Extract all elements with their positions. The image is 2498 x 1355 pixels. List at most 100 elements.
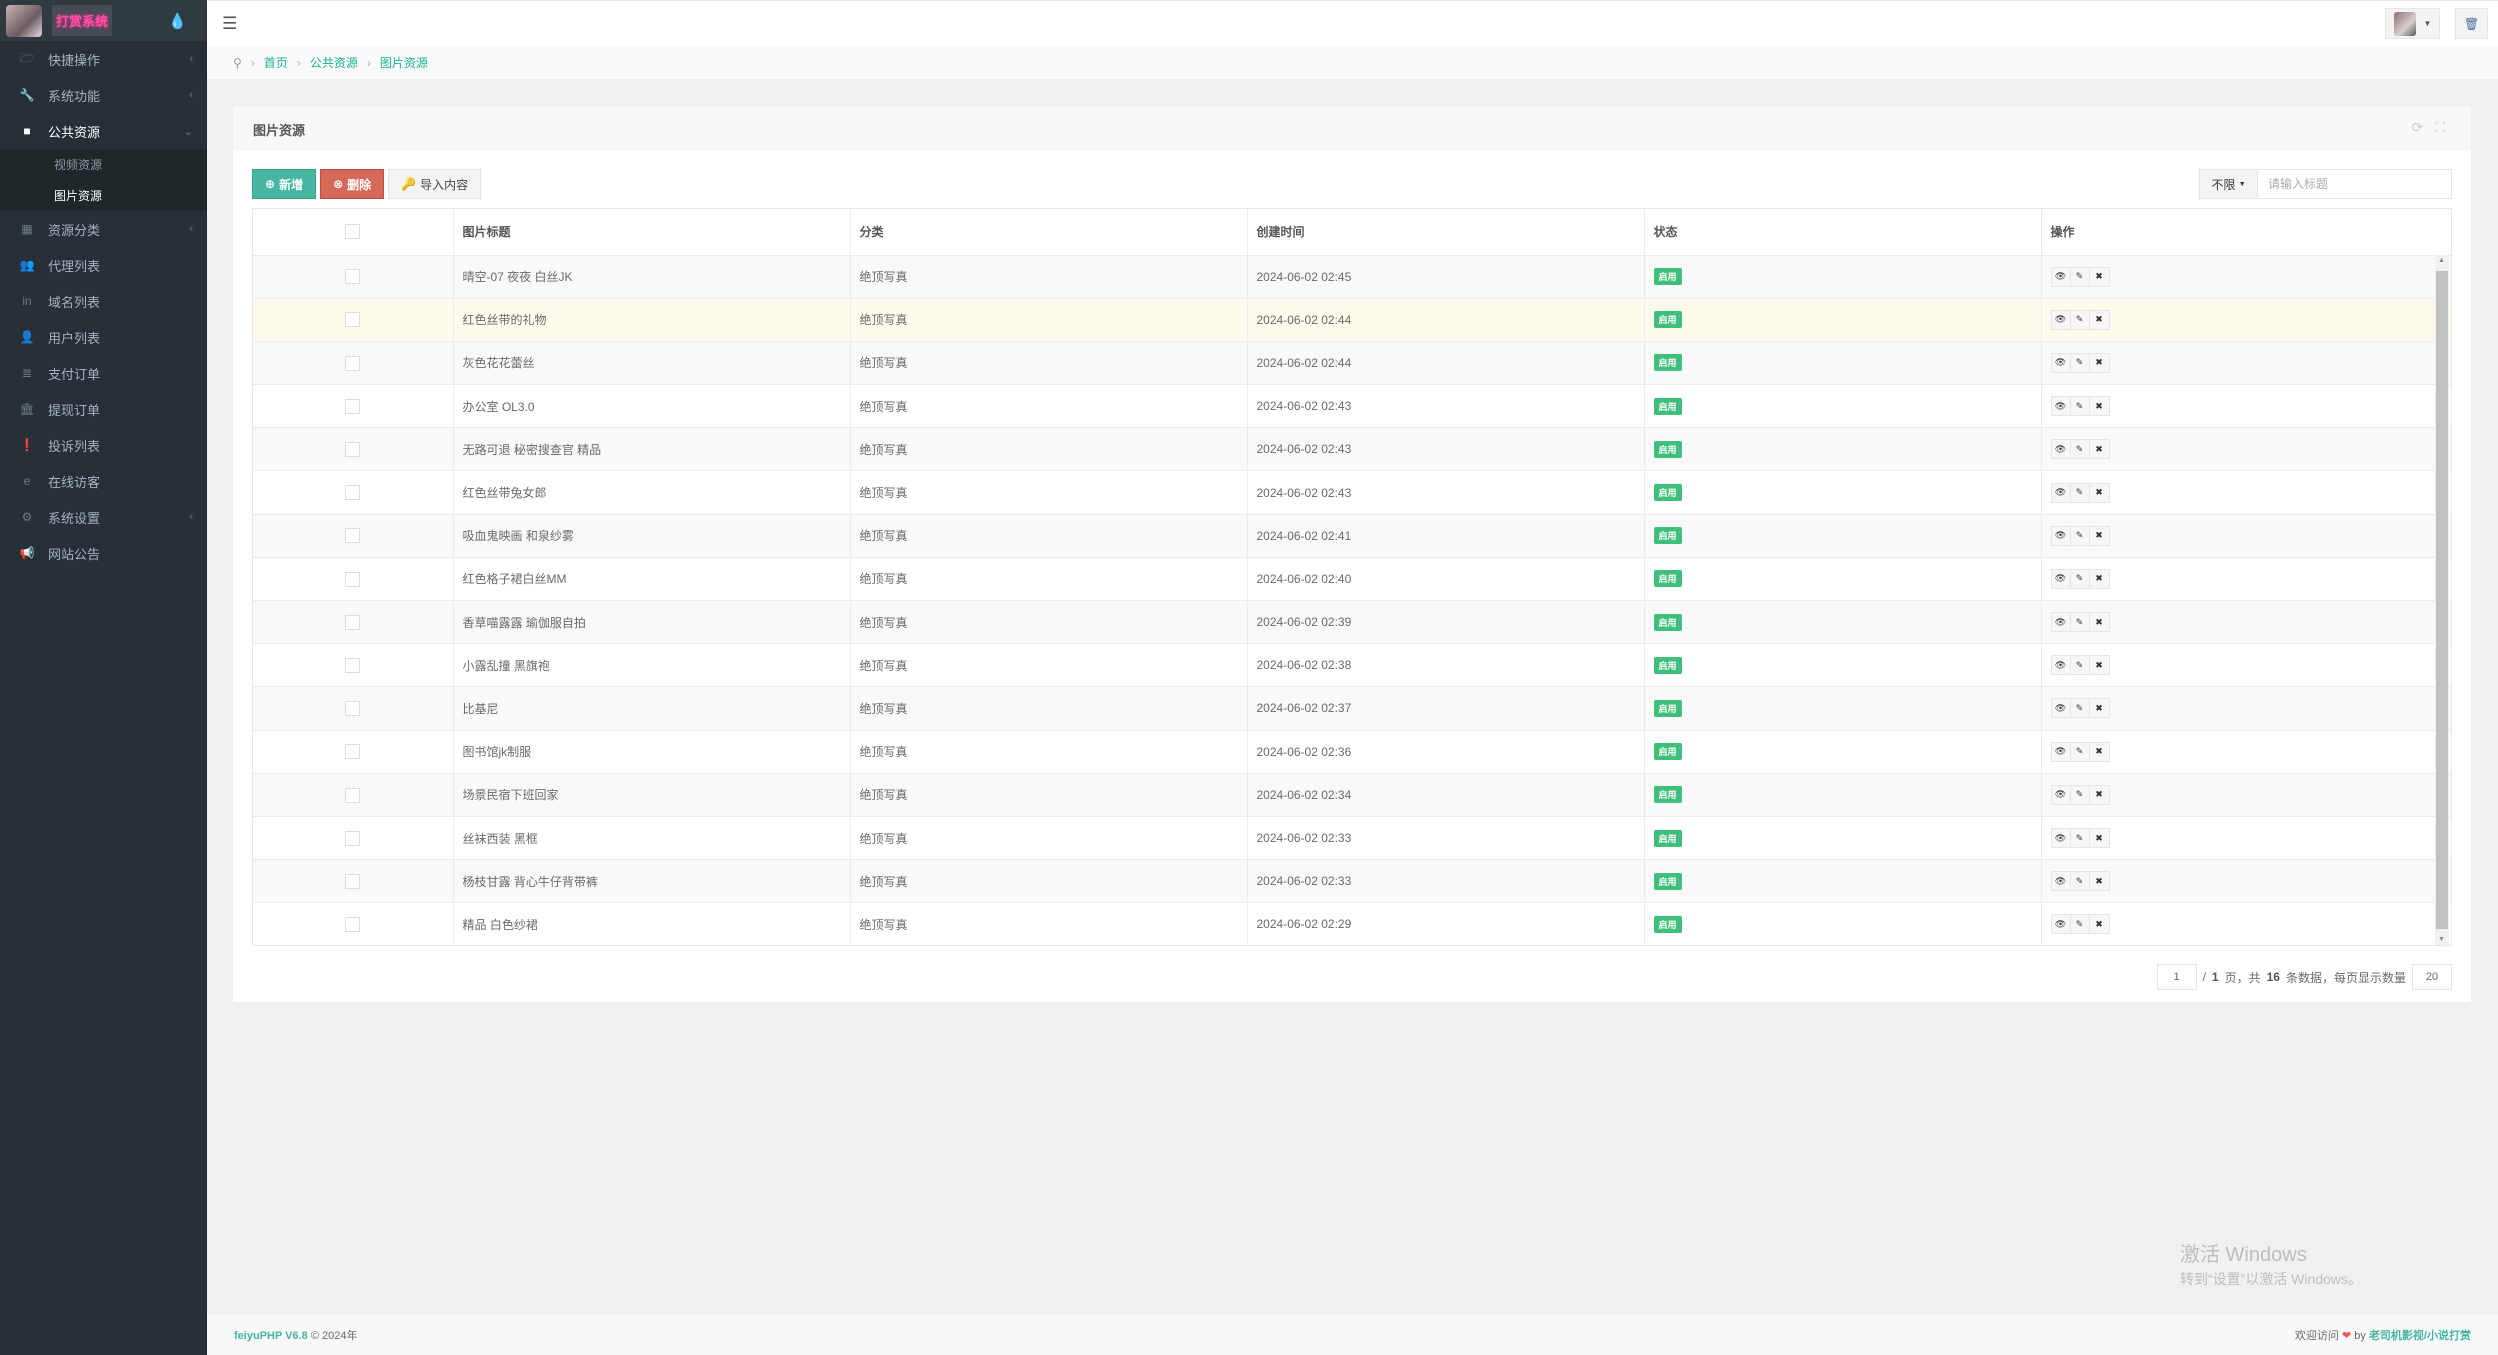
title-search-input[interactable] <box>2258 170 2451 198</box>
view-icon[interactable]: 👁 <box>2051 526 2071 545</box>
view-icon[interactable]: 👁 <box>2051 915 2071 934</box>
delete-icon[interactable]: ✖ <box>2089 440 2109 459</box>
add-button[interactable]: ⊕ 新增 <box>252 169 317 199</box>
import-button[interactable]: 🔑 导入内容 <box>388 169 482 199</box>
delete-icon[interactable]: ✖ <box>2089 267 2109 286</box>
edit-icon[interactable]: ✎ <box>2070 397 2090 416</box>
view-icon[interactable]: 👁 <box>2051 742 2071 761</box>
table-row[interactable]: 场景民宿下班回家 绝顶写真 2024-06-02 02:34 启用 👁 ✎ ✖ <box>253 773 2451 817</box>
table-row[interactable]: 丝袜西装 黑框 绝顶写真 2024-06-02 02:33 启用 👁 ✎ ✖ <box>253 816 2451 861</box>
column-header-title[interactable]: 图片标题 <box>453 209 851 256</box>
row-checkbox[interactable] <box>345 614 361 630</box>
breadcrumb-image-resources[interactable]: 图片资源 <box>380 54 428 71</box>
status-badge[interactable]: 启用 <box>1653 613 1682 631</box>
sidebar-item[interactable]: ≣ 支付订单 <box>0 355 207 391</box>
scroll-up-icon[interactable]: ▲ <box>2438 257 2445 264</box>
column-header-created[interactable]: 创建时间 <box>1247 209 1645 256</box>
sidebar-item[interactable]: 🏛 提现订单 <box>0 391 207 427</box>
row-checkbox[interactable] <box>345 312 361 328</box>
table-row[interactable]: 小露乱撞 黑旗袍 绝顶写真 2024-06-02 02:38 启用 👁 ✎ ✖ <box>253 643 2451 688</box>
status-badge[interactable]: 启用 <box>1653 397 1682 415</box>
select-all-checkbox[interactable] <box>345 224 361 240</box>
row-checkbox[interactable] <box>345 787 361 803</box>
status-badge[interactable]: 启用 <box>1653 829 1682 847</box>
column-header-category[interactable]: 分类 <box>850 209 1248 256</box>
table-row[interactable]: 办公室 OL3.0 绝顶写真 2024-06-02 02:43 启用 👁 ✎ ✖ <box>253 384 2451 429</box>
view-icon[interactable]: 👁 <box>2051 353 2071 372</box>
fullscreen-icon[interactable]: ⛶ <box>2435 119 2445 136</box>
table-row[interactable]: 香草喵露露 瑜伽服自拍 绝顶写真 2024-06-02 02:39 启用 👁 ✎ ✖ <box>253 600 2451 645</box>
status-badge[interactable]: 启用 <box>1653 527 1682 545</box>
view-icon[interactable]: 👁 <box>2051 397 2071 416</box>
page-number-input[interactable]: 1 <box>2156 964 2197 990</box>
view-icon[interactable]: 👁 <box>2051 656 2071 675</box>
column-header-status[interactable]: 状态 <box>1644 209 2042 256</box>
user-menu-button[interactable]: ▼ <box>2385 8 2440 39</box>
edit-icon[interactable]: ✎ <box>2070 742 2090 761</box>
edit-icon[interactable]: ✎ <box>2070 310 2090 329</box>
status-badge[interactable]: 启用 <box>1653 699 1682 717</box>
page-size-input[interactable]: 20 <box>2412 964 2452 990</box>
row-checkbox[interactable] <box>345 398 361 414</box>
theme-drop-icon[interactable]: 💧 <box>168 12 187 30</box>
edit-icon[interactable]: ✎ <box>2070 915 2090 934</box>
delete-icon[interactable]: ✖ <box>2089 785 2109 804</box>
row-checkbox[interactable] <box>345 485 361 501</box>
delete-icon[interactable]: ✖ <box>2089 613 2109 632</box>
delete-button[interactable]: ⊗ 删除 <box>320 169 385 199</box>
edit-icon[interactable]: ✎ <box>2070 699 2090 718</box>
scroll-thumb[interactable] <box>2436 271 2448 929</box>
delete-icon[interactable]: ✖ <box>2089 569 2109 588</box>
edit-icon[interactable]: ✎ <box>2070 829 2090 848</box>
menu-toggle-icon[interactable]: ☰ <box>222 14 237 34</box>
status-badge[interactable]: 启用 <box>1653 440 1682 458</box>
sidebar-item[interactable]: ▦ 资源分类 ‹ <box>0 211 207 247</box>
edit-icon[interactable]: ✎ <box>2070 440 2090 459</box>
table-row[interactable]: 红色丝带的礼物 绝顶写真 2024-06-02 02:44 启用 👁 ✎ ✖ <box>253 298 2451 342</box>
sidebar-item[interactable]: e 在线访客 <box>0 463 207 499</box>
row-checkbox[interactable] <box>345 571 361 587</box>
sidebar-item[interactable]: in 域名列表 <box>0 283 207 319</box>
edit-icon[interactable]: ✎ <box>2070 483 2090 502</box>
row-checkbox[interactable] <box>345 269 361 285</box>
status-badge[interactable]: 启用 <box>1653 570 1682 588</box>
view-icon[interactable]: 👁 <box>2051 829 2071 848</box>
sidebar-item[interactable]: ❗ 投诉列表 <box>0 427 207 463</box>
table-row[interactable]: 灰色花花蕾丝 绝顶写真 2024-06-02 02:44 启用 👁 ✎ ✖ <box>253 341 2451 386</box>
delete-icon[interactable]: ✖ <box>2089 915 2109 934</box>
edit-icon[interactable]: ✎ <box>2070 656 2090 675</box>
delete-icon[interactable]: ✖ <box>2089 526 2109 545</box>
status-badge[interactable]: 启用 <box>1653 786 1682 804</box>
edit-icon[interactable]: ✎ <box>2070 353 2090 372</box>
scroll-down-icon[interactable]: ▼ <box>2438 936 2445 943</box>
row-checkbox[interactable] <box>345 657 361 673</box>
status-badge[interactable]: 启用 <box>1653 656 1682 674</box>
sidebar-item[interactable]: 📢 网站公告 <box>0 535 207 571</box>
edit-icon[interactable]: ✎ <box>2070 526 2090 545</box>
sidebar-item[interactable]: 👥 代理列表 <box>0 247 207 283</box>
view-icon[interactable]: 👁 <box>2051 483 2071 502</box>
table-row[interactable]: 精品 白色纱裙 绝顶写真 2024-06-02 02:29 启用 👁 ✎ ✖ <box>253 902 2451 945</box>
edit-icon[interactable]: ✎ <box>2070 267 2090 286</box>
table-row[interactable]: 晴空-07 夜夜 白丝JK 绝顶写真 2024-06-02 02:45 启用 👁… <box>253 255 2451 299</box>
table-row[interactable]: 图书馆jk制服 绝顶写真 2024-06-02 02:36 启用 👁 ✎ ✖ <box>253 730 2451 774</box>
breadcrumb-public-resources[interactable]: 公共资源 <box>310 54 358 71</box>
status-badge[interactable]: 启用 <box>1653 872 1682 890</box>
delete-icon[interactable]: ✖ <box>2089 397 2109 416</box>
table-row[interactable]: 吸血鬼映画 和泉纱雾 绝顶写真 2024-06-02 02:41 启用 👁 ✎ ✖ <box>253 514 2451 558</box>
row-checkbox[interactable] <box>345 873 361 889</box>
table-row[interactable]: 无路可退 秘密搜查官 精品 绝顶写真 2024-06-02 02:43 启用 👁… <box>253 427 2451 472</box>
breadcrumb-home[interactable]: 首页 <box>264 54 288 71</box>
sidebar-item[interactable]: 🗁 快捷操作 ‹ <box>0 41 207 77</box>
delete-icon[interactable]: ✖ <box>2089 699 2109 718</box>
status-badge[interactable]: 启用 <box>1653 915 1682 933</box>
submenu-item[interactable]: 图片资源 <box>0 180 207 211</box>
table-row[interactable]: 杨枝甘露 背心牛仔背带裤 绝顶写真 2024-06-02 02:33 启用 👁 ✎… <box>253 859 2451 904</box>
status-badge[interactable]: 启用 <box>1653 354 1682 372</box>
edit-icon[interactable]: ✎ <box>2070 872 2090 891</box>
status-badge[interactable]: 启用 <box>1653 268 1682 286</box>
status-filter-select[interactable]: 不限 ▼ <box>2200 170 2258 198</box>
clear-cache-button[interactable]: 🗑 <box>2455 8 2488 39</box>
refresh-icon[interactable]: ⟳ <box>2411 119 2423 136</box>
delete-icon[interactable]: ✖ <box>2089 742 2109 761</box>
